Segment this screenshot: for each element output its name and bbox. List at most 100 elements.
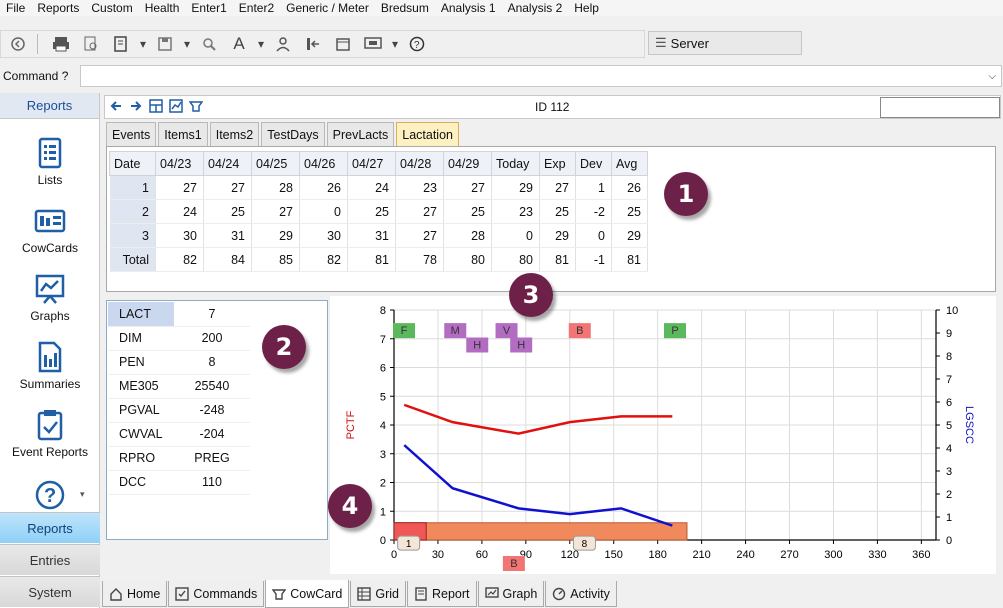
tab-events[interactable]: Events	[106, 122, 157, 146]
column-header[interactable]: 04/29	[443, 151, 492, 176]
table-cell[interactable]: 25	[347, 199, 396, 224]
table-cell[interactable]: 23	[491, 199, 540, 224]
table-row[interactable]: 3 30 31 29 30 31 27 28 0 29 0 29	[109, 223, 648, 248]
table-cell[interactable]: 82	[299, 247, 348, 272]
menu-item-analysis-1[interactable]: Analysis 1	[435, 1, 502, 15]
menu-item-enter2[interactable]: Enter2	[233, 1, 280, 15]
table-cell[interactable]: 29	[611, 223, 648, 248]
table-cell[interactable]: 0	[299, 199, 348, 224]
table-cell[interactable]: 27	[155, 175, 204, 200]
table-cell[interactable]: 1	[575, 175, 612, 200]
table-cell[interactable]: 29	[539, 223, 576, 248]
table-cell[interactable]: 27	[395, 199, 444, 224]
table-cell[interactable]: 28	[443, 223, 492, 248]
row-header[interactable]: 1	[109, 175, 156, 200]
table-cell[interactable]: 29	[251, 223, 300, 248]
column-header[interactable]: Exp	[539, 151, 576, 176]
print-preview-icon[interactable]	[78, 33, 104, 55]
nav-item-graphs[interactable]: Graphs	[0, 271, 100, 337]
nav-item-summaries[interactable]: Summaries	[0, 339, 100, 405]
table-cell[interactable]: 30	[155, 223, 204, 248]
table-cell[interactable]: 31	[203, 223, 252, 248]
menu-item-enter1[interactable]: Enter1	[185, 1, 232, 15]
command-input[interactable]: ⌵	[80, 65, 1002, 87]
table-row[interactable]: 1 27 27 28 26 24 23 27 29 27 1 26	[109, 175, 648, 200]
tab-grid[interactable]: Grid	[350, 581, 406, 607]
table-row[interactable]: 2 24 25 27 0 25 27 25 23 25 -2 25	[109, 199, 648, 224]
tab-activity[interactable]: Activity	[545, 581, 617, 607]
menu-item-generic-meter[interactable]: Generic / Meter	[280, 1, 375, 15]
table-cell[interactable]: 0	[491, 223, 540, 248]
print-icon[interactable]	[48, 33, 74, 55]
column-header[interactable]: 04/25	[251, 151, 300, 176]
font-icon[interactable]: A	[226, 33, 252, 55]
tab-testdays[interactable]: TestDays	[261, 122, 325, 146]
save-icon[interactable]	[152, 33, 178, 55]
table-row[interactable]: Total 82 84 85 82 81 78 80 80 81 -1 81	[109, 247, 648, 272]
arrow-left-icon[interactable]	[109, 99, 123, 113]
table-cell[interactable]: 81	[539, 247, 576, 272]
menu-item-analysis-2[interactable]: Analysis 2	[502, 1, 569, 15]
table-cell[interactable]: 25	[443, 199, 492, 224]
table-cell[interactable]: 0	[575, 223, 612, 248]
menu-item-health[interactable]: Health	[139, 1, 186, 15]
table-cell[interactable]: 24	[155, 199, 204, 224]
tab-report[interactable]: Report	[407, 581, 477, 607]
import-icon[interactable]	[300, 33, 326, 55]
table-cell[interactable]: 27	[395, 223, 444, 248]
table-cell[interactable]: 25	[539, 199, 576, 224]
table-cell[interactable]: 29	[491, 175, 540, 200]
row-header[interactable]: 3	[109, 223, 156, 248]
table-cell[interactable]: 28	[251, 175, 300, 200]
column-header[interactable]: Today	[491, 151, 540, 176]
table-cell[interactable]: 27	[251, 199, 300, 224]
table-cell[interactable]: 26	[611, 175, 648, 200]
cow-icon[interactable]	[188, 99, 204, 113]
table-cell[interactable]: 25	[611, 199, 648, 224]
table-cell[interactable]: -2	[575, 199, 612, 224]
column-header[interactable]: 04/23	[155, 151, 204, 176]
chevron-down-icon[interactable]: ▾	[182, 33, 192, 55]
help-icon[interactable]: ?	[404, 33, 430, 55]
table-cell[interactable]: 78	[395, 247, 444, 272]
table-cell[interactable]: 85	[251, 247, 300, 272]
nav-item-lists[interactable]: Lists	[0, 135, 100, 201]
tab-commands[interactable]: Commands	[168, 581, 265, 607]
column-header[interactable]: 04/28	[395, 151, 444, 176]
table-cell[interactable]: 26	[299, 175, 348, 200]
nav-button-entries[interactable]: Entries	[0, 544, 100, 575]
tab-items2[interactable]: Items2	[209, 122, 260, 146]
menu-item-reports[interactable]: Reports	[31, 1, 85, 15]
nav-item-help[interactable]: ? ▾	[0, 477, 100, 513]
chart-icon[interactable]	[169, 99, 183, 113]
table-cell[interactable]: 27	[443, 175, 492, 200]
nav-button-reports[interactable]: Reports	[0, 512, 100, 543]
column-header[interactable]: Date	[109, 151, 156, 176]
tab-graph[interactable]: Graph	[477, 581, 545, 607]
table-cell[interactable]: 80	[443, 247, 492, 272]
table-cell[interactable]: 31	[347, 223, 396, 248]
chevron-down-icon[interactable]: ▾	[256, 33, 266, 55]
calendar-icon[interactable]	[330, 33, 356, 55]
tab-home[interactable]: Home	[102, 581, 168, 607]
table-cell[interactable]: 84	[203, 247, 252, 272]
table-cell[interactable]: 23	[395, 175, 444, 200]
table-cell[interactable]: 81	[347, 247, 396, 272]
menu-item-bredsum[interactable]: Bredsum	[375, 1, 435, 15]
user-icon[interactable]	[270, 33, 296, 55]
menu-item-help[interactable]: Help	[568, 1, 605, 15]
table-cell[interactable]: 27	[203, 175, 252, 200]
nav-item-cowcards[interactable]: CowCards	[0, 203, 100, 269]
chevron-down-icon[interactable]: ▾	[138, 33, 148, 55]
row-header[interactable]: 2	[109, 199, 156, 224]
report-icon[interactable]	[108, 33, 134, 55]
table-cell[interactable]: 82	[155, 247, 204, 272]
column-header[interactable]: 04/26	[299, 151, 348, 176]
search-icon[interactable]	[196, 33, 222, 55]
table-cell[interactable]: 30	[299, 223, 348, 248]
table-cell[interactable]: -1	[575, 247, 612, 272]
tab-lactation[interactable]: Lactation	[396, 122, 459, 146]
server-button[interactable]: ☰ Server	[648, 31, 802, 55]
table-cell[interactable]: 81	[611, 247, 648, 272]
nav-button-system[interactable]: System	[0, 576, 100, 607]
